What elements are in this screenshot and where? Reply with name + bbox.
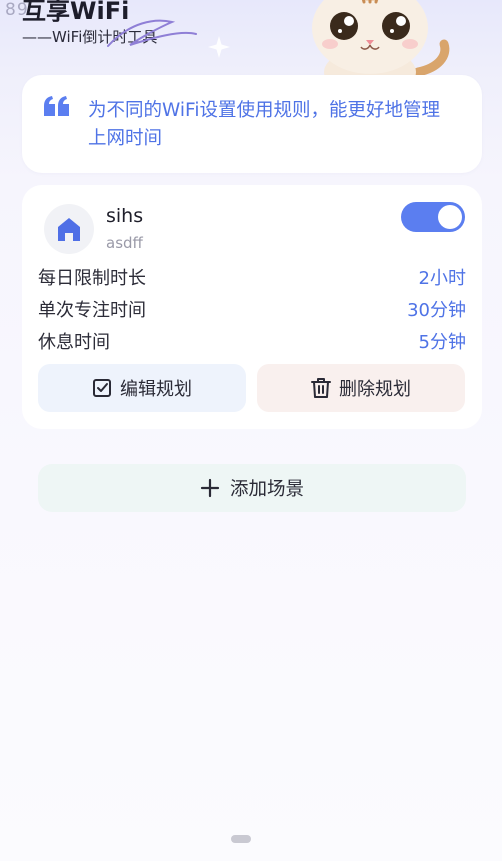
rule-value: 2小时 bbox=[418, 268, 466, 289]
add-scene-label: 添加场景 bbox=[229, 479, 304, 500]
rule-value: 30分钟 bbox=[407, 300, 466, 321]
add-scene-button[interactable]: 添加场景 bbox=[38, 464, 466, 512]
edit-plan-label: 编辑规划 bbox=[120, 379, 192, 400]
scene-card: sihs asdff 每日限制时长 2小时 单次专注时间 30分钟 休息时间 5… bbox=[22, 185, 482, 429]
scene-avatar bbox=[44, 204, 94, 254]
trash-icon bbox=[311, 378, 331, 398]
rule-label: 单次专注时间 bbox=[38, 300, 146, 321]
scene-description: asdff bbox=[106, 234, 143, 252]
edit-plan-button[interactable]: 编辑规划 bbox=[38, 364, 246, 412]
rule-label: 每日限制时长 bbox=[38, 268, 146, 289]
edit-checkbox-icon bbox=[93, 379, 111, 397]
home-icon bbox=[58, 218, 80, 241]
delete-plan-label: 删除规划 bbox=[339, 379, 411, 400]
header: 89 互享WiFi ——WiFi倒计时工具 bbox=[0, 0, 502, 80]
delete-plan-button[interactable]: 删除规划 bbox=[257, 364, 465, 412]
sparkle-icon bbox=[208, 36, 230, 58]
home-indicator[interactable] bbox=[231, 835, 251, 843]
rule-row-rest-time: 休息时间 5分钟 bbox=[38, 328, 466, 356]
rule-label: 休息时间 bbox=[38, 332, 110, 353]
quote-icon bbox=[44, 96, 69, 116]
rule-row-daily-limit: 每日限制时长 2小时 bbox=[38, 264, 466, 292]
tip-text: 为不同的WiFi设置使用规则，能更好地管理上网时间 bbox=[88, 100, 440, 149]
cat-mascot-icon bbox=[312, 0, 450, 80]
toggle-knob bbox=[438, 205, 462, 229]
tip-card: 为不同的WiFi设置使用规则，能更好地管理上网时间 bbox=[22, 75, 482, 173]
swirl-decoration-icon bbox=[107, 19, 197, 47]
rule-row-focus-time: 单次专注时间 30分钟 bbox=[38, 296, 466, 324]
rule-value: 5分钟 bbox=[418, 332, 466, 353]
plus-icon bbox=[200, 478, 220, 498]
scene-name: sihs bbox=[106, 205, 144, 227]
scene-enable-toggle[interactable] bbox=[401, 202, 465, 232]
